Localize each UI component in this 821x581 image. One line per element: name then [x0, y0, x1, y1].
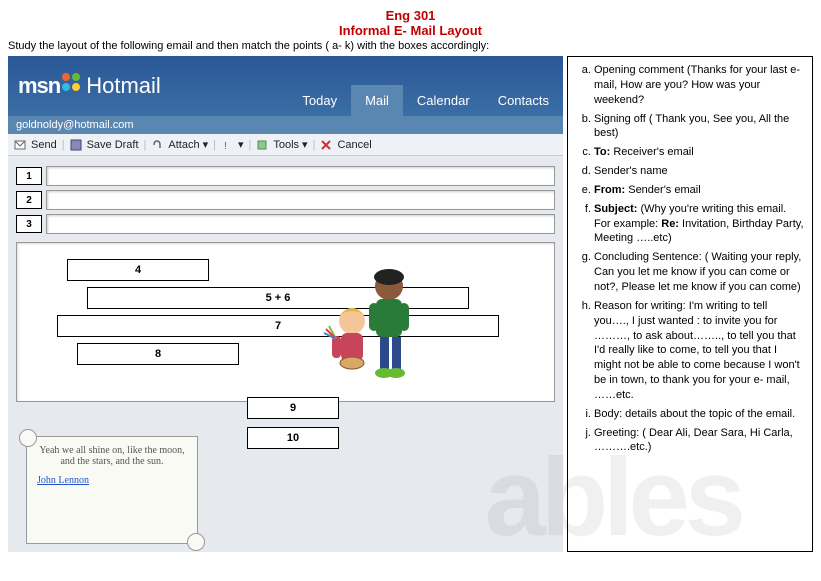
account-bar: goldnoldy@hotmail.com: [8, 116, 563, 134]
send-icon: [14, 138, 28, 150]
option-d: Sender's name: [594, 164, 804, 179]
msn-logo: msn Hotmail: [18, 73, 161, 99]
field-1[interactable]: [46, 166, 555, 186]
tools-button[interactable]: Tools: [273, 139, 299, 151]
compose-area: 1 2 3 4 5 + 6 7 8 9 10: [8, 156, 563, 552]
priority-icon[interactable]: !: [221, 138, 235, 150]
dropdown-icon: ▾: [302, 138, 308, 151]
dropdown-icon: ▾: [203, 138, 209, 151]
option-a: Opening comment (Thanks for your last e-…: [594, 63, 804, 108]
option-e: From: Sender's email: [594, 183, 804, 198]
hotmail-header: msn Hotmail Today Mail Calendar Contacts: [8, 56, 563, 116]
save-draft-button[interactable]: Save Draft: [87, 139, 139, 151]
cancel-icon: [320, 138, 334, 150]
quote-scroll: Yeah we all shine on, like the moon, and…: [26, 436, 198, 544]
option-b: Signing off ( Thank you, See you, All th…: [594, 112, 804, 142]
nav-mail[interactable]: Mail: [351, 85, 403, 116]
attach-button[interactable]: Attach: [168, 139, 199, 151]
email-body-area: 4 5 + 6 7 8 9 10: [16, 242, 555, 402]
hotmail-text: Hotmail: [86, 73, 161, 99]
page-title: Informal E- Mail Layout: [8, 23, 813, 38]
body-box-8: 8: [77, 343, 239, 365]
label-box-2: 2: [16, 191, 42, 209]
cancel-button[interactable]: Cancel: [337, 139, 371, 151]
body-box-9: 9: [247, 397, 339, 419]
nav-calendar[interactable]: Calendar: [403, 85, 484, 116]
nav-tabs: Today Mail Calendar Contacts: [288, 85, 563, 116]
svg-text:!: !: [224, 141, 227, 151]
option-j: Greeting: ( Dear Ali, Dear Sara, Hi Carl…: [594, 426, 804, 456]
attach-icon: [151, 138, 165, 150]
tools-icon: [256, 138, 270, 150]
option-h: Reason for writing: I'm writing to tell …: [594, 299, 804, 403]
option-c: To: Receiver's email: [594, 145, 804, 160]
dropdown-icon: ▾: [238, 138, 244, 151]
course-title: Eng 301: [8, 8, 813, 23]
children-clipart: [314, 261, 434, 391]
body-box-4: 4: [67, 259, 209, 281]
compose-toolbar: Send | Save Draft | Attach ▾ | ! ▾ | Too…: [8, 134, 563, 156]
field-2[interactable]: [46, 190, 555, 210]
instruction-text: Study the layout of the following email …: [8, 40, 813, 52]
butterfly-icon: [62, 73, 80, 91]
options-panel: Opening comment (Thanks for your last e-…: [567, 56, 813, 552]
label-box-3: 3: [16, 215, 42, 233]
email-layout-panel: msn Hotmail Today Mail Calendar Contacts…: [8, 56, 563, 552]
save-icon: [70, 138, 84, 150]
body-box-10: 10: [247, 427, 339, 449]
msn-text: msn: [18, 73, 60, 99]
label-box-1: 1: [16, 167, 42, 185]
nav-today[interactable]: Today: [288, 85, 351, 116]
option-i: Body: details about the topic of the ema…: [594, 407, 804, 422]
field-3[interactable]: [46, 214, 555, 234]
nav-contacts[interactable]: Contacts: [484, 85, 563, 116]
quote-text: Yeah we all shine on, like the moon, and…: [39, 445, 184, 467]
quote-author-link[interactable]: John Lennon: [37, 475, 187, 486]
send-button[interactable]: Send: [31, 139, 57, 151]
option-f: Subject: (Why you're writing this email.…: [594, 202, 804, 247]
option-g: Concluding Sentence: ( Waiting your repl…: [594, 250, 804, 295]
